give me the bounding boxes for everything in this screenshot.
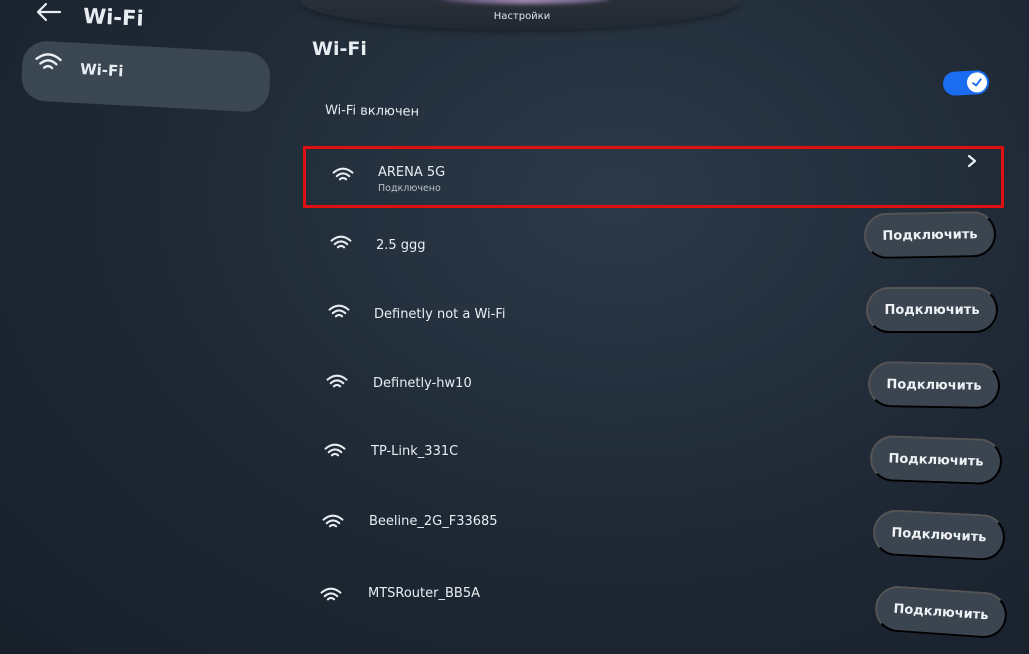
sidebar-title: Wi-Fi bbox=[82, 4, 145, 31]
chevron-right-icon[interactable] bbox=[965, 153, 979, 168]
page-title: Wi-Fi bbox=[312, 38, 367, 60]
wifi-icon bbox=[328, 303, 350, 325]
sidebar-item-label: Wi-Fi bbox=[79, 60, 124, 81]
network-row[interactable]: MTSRouter_BB5A bbox=[320, 580, 820, 610]
wifi-icon bbox=[34, 51, 63, 78]
connect-button[interactable]: Подключить bbox=[869, 434, 1003, 486]
top-bar-title: Настройки bbox=[493, 11, 551, 22]
connect-button[interactable]: Подключить bbox=[871, 508, 1007, 562]
wifi-icon bbox=[322, 513, 344, 535]
network-name: MTSRouter_BB5A bbox=[368, 586, 480, 601]
wifi-toggle-label: Wi-Fi включен bbox=[324, 103, 420, 120]
network-name: TP-Link_331C bbox=[371, 444, 459, 459]
network-name: Definetly not a Wi-Fi bbox=[374, 307, 506, 322]
network-row[interactable]: 2.5 ggg bbox=[330, 228, 830, 258]
network-name: Beeline_2G_F33685 bbox=[369, 514, 498, 529]
wifi-icon bbox=[326, 373, 348, 395]
connect-button[interactable]: Подключить bbox=[863, 210, 997, 260]
network-name: Definetly-hw10 bbox=[373, 376, 472, 391]
wifi-icon bbox=[320, 586, 342, 608]
network-row[interactable]: Beeline_2G_F33685 bbox=[322, 508, 822, 538]
sidebar-item-wifi[interactable]: Wi-Fi bbox=[20, 40, 272, 113]
connect-button[interactable]: Подключить bbox=[867, 360, 1001, 410]
connect-button[interactable]: Подключить bbox=[873, 584, 1009, 640]
check-icon bbox=[966, 71, 988, 93]
network-row[interactable]: Definetly not a Wi-Fi bbox=[328, 298, 828, 328]
network-row[interactable]: Definetly-hw10 bbox=[326, 368, 826, 398]
wifi-toggle[interactable] bbox=[942, 69, 990, 97]
connect-button[interactable]: Подключить bbox=[866, 287, 998, 333]
wifi-icon bbox=[330, 234, 352, 256]
network-name: 2.5 ggg bbox=[376, 238, 426, 253]
network-row[interactable]: TP-Link_331C bbox=[324, 438, 824, 468]
selection-highlight bbox=[303, 146, 1004, 208]
wifi-icon bbox=[324, 442, 346, 464]
back-arrow-icon[interactable] bbox=[34, 1, 64, 23]
